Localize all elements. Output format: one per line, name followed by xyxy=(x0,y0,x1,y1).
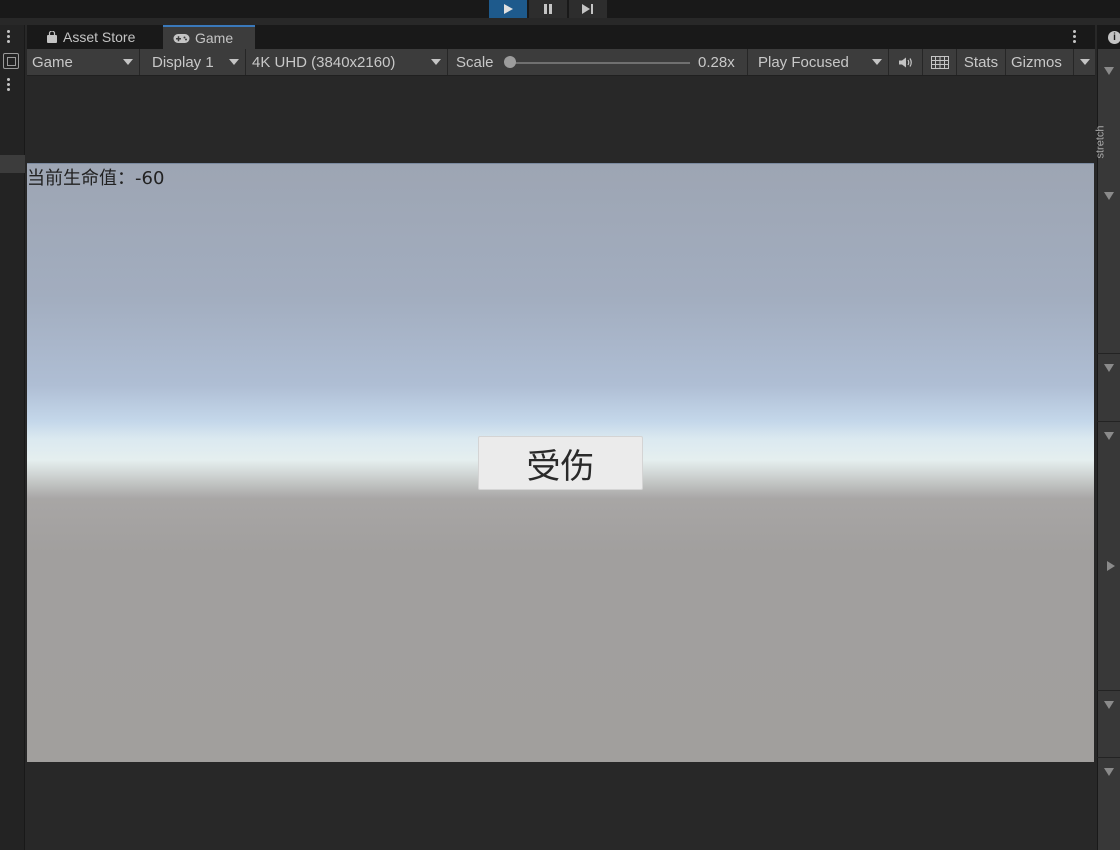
gizmos-dropdown[interactable] xyxy=(1074,49,1095,75)
tab-bar: Asset Store Game xyxy=(27,25,1095,49)
divider xyxy=(1097,757,1120,758)
mute-audio-button[interactable] xyxy=(889,49,923,75)
window-icon[interactable] xyxy=(3,53,19,69)
game-view[interactable]: 当前生命值：-60 受伤 xyxy=(27,163,1094,762)
collapse-triangle-icon[interactable] xyxy=(1104,192,1114,200)
chevron-down-icon xyxy=(123,59,133,65)
bag-icon xyxy=(47,30,57,43)
tab-game[interactable]: Game xyxy=(163,25,255,49)
speaker-icon xyxy=(898,57,912,67)
play-mode-value: Play Focused xyxy=(758,53,849,71)
tab-options-icon[interactable] xyxy=(1073,30,1076,43)
health-label: 当前生命值：-60 xyxy=(27,168,165,189)
divider xyxy=(1097,421,1120,422)
pause-button[interactable] xyxy=(529,0,567,18)
game-toolbar: Game Display 1 4K UHD (3840x2160) Scale … xyxy=(27,49,1095,76)
play-mode-dropdown[interactable]: Play Focused xyxy=(752,49,889,75)
collapse-triangle-icon[interactable] xyxy=(1104,701,1114,709)
kebab-menu-icon[interactable] xyxy=(7,78,10,91)
play-icon xyxy=(504,4,513,14)
chevron-down-icon xyxy=(872,59,882,65)
stretch-label-container: stretch xyxy=(1094,120,1118,168)
gamepad-icon xyxy=(173,33,190,43)
scale-slider-track[interactable] xyxy=(510,62,690,64)
resolution-value: 4K UHD (3840x2160) xyxy=(252,53,396,71)
scale-value: 0.28x xyxy=(698,54,735,71)
collapse-triangle-icon[interactable] xyxy=(1104,364,1114,372)
collapse-triangle-icon[interactable] xyxy=(1104,67,1114,75)
divider xyxy=(1097,353,1120,354)
display-dropdown[interactable]: Display 1 xyxy=(140,49,246,75)
hurt-button[interactable]: 受伤 xyxy=(478,436,643,490)
expand-triangle-icon[interactable] xyxy=(1107,561,1115,571)
view-mode-value: Game xyxy=(32,53,73,71)
tab-asset-store[interactable]: Asset Store xyxy=(36,25,146,49)
step-button[interactable] xyxy=(569,0,607,18)
view-mode-dropdown[interactable]: Game xyxy=(27,49,140,75)
play-button[interactable] xyxy=(489,0,527,18)
display-value: Display 1 xyxy=(152,53,214,71)
scale-control: Scale 0.28x xyxy=(448,49,748,75)
collapse-triangle-icon[interactable] xyxy=(1104,432,1114,440)
gizmos-button[interactable]: Gizmos xyxy=(1006,49,1074,75)
keyboard-icon xyxy=(930,55,949,69)
divider xyxy=(1097,690,1120,691)
tab-label: Asset Store xyxy=(63,29,136,45)
tab-label: Game xyxy=(195,30,234,46)
stats-button[interactable]: Stats xyxy=(957,49,1006,75)
step-icon xyxy=(582,4,593,14)
left-panel-strip xyxy=(0,25,25,850)
scale-label: Scale xyxy=(456,53,494,71)
resolution-dropdown[interactable]: 4K UHD (3840x2160) xyxy=(246,49,448,75)
gizmos-label: Gizmos xyxy=(1011,53,1062,71)
scale-slider-thumb[interactable] xyxy=(504,56,516,68)
info-icon[interactable]: i xyxy=(1108,31,1120,44)
left-panel-selection xyxy=(0,155,25,173)
stretch-label: stretch xyxy=(1094,125,1107,159)
collapse-triangle-icon[interactable] xyxy=(1104,768,1114,776)
keyboard-shortcuts-button[interactable] xyxy=(923,49,957,75)
kebab-menu-icon[interactable] xyxy=(7,30,10,43)
stats-label: Stats xyxy=(963,53,999,71)
chevron-down-icon xyxy=(1080,59,1090,65)
chevron-down-icon xyxy=(431,59,441,65)
chevron-down-icon xyxy=(229,59,239,65)
pause-icon xyxy=(544,4,552,14)
